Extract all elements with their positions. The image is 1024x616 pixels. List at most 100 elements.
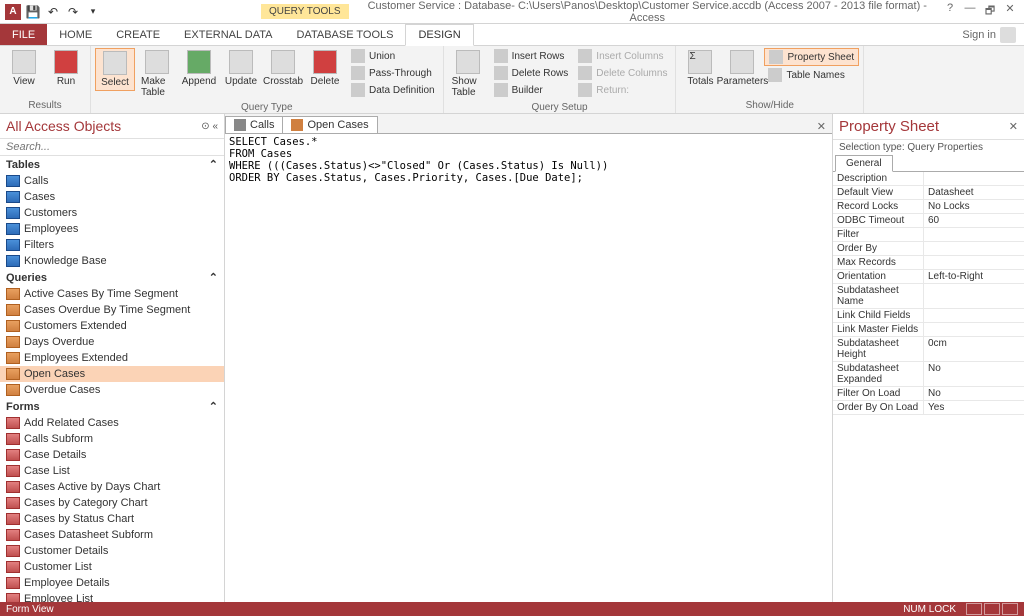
property-value[interactable] xyxy=(923,284,1024,308)
datasheet-view-button[interactable] xyxy=(966,603,982,615)
sql-view-button[interactable] xyxy=(984,603,1000,615)
property-value[interactable]: No xyxy=(923,387,1024,400)
select-button[interactable]: Select xyxy=(95,48,135,91)
property-row[interactable]: Subdatasheet ExpandedNo xyxy=(833,362,1024,387)
tab-create[interactable]: CREATE xyxy=(104,24,172,45)
property-value[interactable] xyxy=(923,228,1024,241)
property-row[interactable]: Record LocksNo Locks xyxy=(833,200,1024,214)
data-definition-button[interactable]: Data Definition xyxy=(347,82,439,98)
sign-in-link[interactable]: Sign in xyxy=(954,24,1024,45)
run-button[interactable]: Run xyxy=(46,48,86,89)
minimize-icon[interactable]: — xyxy=(964,2,976,21)
property-row[interactable]: Subdatasheet Height0cm xyxy=(833,337,1024,362)
nav-item[interactable]: Case List xyxy=(0,463,224,479)
property-value[interactable] xyxy=(923,309,1024,322)
passthrough-button[interactable]: Pass-Through xyxy=(347,65,439,81)
property-sheet-button[interactable]: Property Sheet xyxy=(764,48,859,66)
property-row[interactable]: Link Master Fields xyxy=(833,323,1024,337)
append-button[interactable]: Append xyxy=(179,48,219,89)
property-row[interactable]: Filter xyxy=(833,228,1024,242)
nav-item[interactable]: Cases Datasheet Subform xyxy=(0,527,224,543)
property-value[interactable]: 0cm xyxy=(923,337,1024,361)
sql-editor[interactable]: SELECT Cases.* FROM Cases WHERE (((Cases… xyxy=(225,134,832,602)
save-icon[interactable]: 💾 xyxy=(24,3,42,21)
nav-item[interactable]: Customers Extended xyxy=(0,318,224,334)
insert-rows-button[interactable]: Insert Rows xyxy=(490,48,573,64)
nav-item[interactable]: Cases by Status Chart xyxy=(0,511,224,527)
nav-group-tables[interactable]: Tables⌃ xyxy=(0,156,224,173)
tab-database-tools[interactable]: DATABASE TOOLS xyxy=(284,24,405,45)
property-row[interactable]: Link Child Fields xyxy=(833,309,1024,323)
nav-item[interactable]: Cases by Category Chart xyxy=(0,495,224,511)
property-row[interactable]: Description xyxy=(833,172,1024,186)
make-table-button[interactable]: Make Table xyxy=(137,48,177,100)
nav-item[interactable]: Cases Active by Days Chart xyxy=(0,479,224,495)
doc-tab-open-cases[interactable]: Open Cases xyxy=(282,116,377,133)
close-property-sheet-icon[interactable]: ✕ xyxy=(1009,120,1018,133)
table-names-button[interactable]: Table Names xyxy=(764,67,859,83)
property-value[interactable]: No Locks xyxy=(923,200,1024,213)
undo-icon[interactable]: ↶ xyxy=(44,3,62,21)
totals-button[interactable]: ΣTotals xyxy=(680,48,720,89)
property-row[interactable]: Default ViewDatasheet xyxy=(833,186,1024,200)
property-row[interactable]: Order By On LoadYes xyxy=(833,401,1024,415)
nav-item[interactable]: Customer List xyxy=(0,559,224,575)
tab-design[interactable]: DESIGN xyxy=(405,24,473,46)
nav-item[interactable]: Overdue Cases xyxy=(0,382,224,398)
design-view-button[interactable] xyxy=(1002,603,1018,615)
property-value[interactable] xyxy=(923,172,1024,185)
property-value[interactable] xyxy=(923,323,1024,336)
crosstab-button[interactable]: Crosstab xyxy=(263,48,303,89)
nav-item[interactable]: Days Overdue xyxy=(0,334,224,350)
property-value[interactable]: 60 xyxy=(923,214,1024,227)
property-row[interactable]: Filter On LoadNo xyxy=(833,387,1024,401)
property-tab-general[interactable]: General xyxy=(835,155,893,172)
union-button[interactable]: Union xyxy=(347,48,439,64)
property-value[interactable]: No xyxy=(923,362,1024,386)
nav-item[interactable]: Case Details xyxy=(0,447,224,463)
nav-item[interactable]: Active Cases By Time Segment xyxy=(0,286,224,302)
nav-item[interactable]: Calls Subform xyxy=(0,431,224,447)
nav-item[interactable]: Employee Details xyxy=(0,575,224,591)
search-input[interactable] xyxy=(6,141,218,153)
tab-file[interactable]: FILE xyxy=(0,24,47,45)
restore-icon[interactable]: 🗗 xyxy=(984,2,996,21)
property-value[interactable] xyxy=(923,256,1024,269)
nav-item[interactable]: Knowledge Base xyxy=(0,253,224,269)
nav-item[interactable]: Calls xyxy=(0,173,224,189)
property-value[interactable]: Yes xyxy=(923,401,1024,414)
nav-group-queries[interactable]: Queries⌃ xyxy=(0,269,224,286)
nav-pane-header[interactable]: All Access Objects ⊙ « xyxy=(0,114,224,139)
parameters-button[interactable]: Parameters xyxy=(722,48,762,89)
nav-list[interactable]: Tables⌃ CallsCasesCustomersEmployeesFilt… xyxy=(0,156,224,602)
help-icon[interactable]: ? xyxy=(944,2,956,21)
update-button[interactable]: Update xyxy=(221,48,261,89)
redo-icon[interactable]: ↷ xyxy=(64,3,82,21)
doc-tab-calls[interactable]: Calls xyxy=(225,116,283,133)
delete-button[interactable]: Delete xyxy=(305,48,345,89)
show-table-button[interactable]: Show Table xyxy=(448,48,488,100)
delete-rows-button[interactable]: Delete Rows xyxy=(490,65,573,81)
nav-dropdown-icon[interactable]: ⊙ « xyxy=(201,121,218,132)
property-row[interactable]: ODBC Timeout60 xyxy=(833,214,1024,228)
nav-item[interactable]: Cases xyxy=(0,189,224,205)
property-value[interactable]: Datasheet xyxy=(923,186,1024,199)
nav-item[interactable]: Open Cases xyxy=(0,366,224,382)
property-row[interactable]: Max Records xyxy=(833,256,1024,270)
property-value[interactable] xyxy=(923,242,1024,255)
property-row[interactable]: Subdatasheet Name xyxy=(833,284,1024,309)
nav-group-forms[interactable]: Forms⌃ xyxy=(0,398,224,415)
builder-button[interactable]: Builder xyxy=(490,82,573,98)
close-tab-icon[interactable]: ✕ xyxy=(811,120,832,133)
property-value[interactable]: Left-to-Right xyxy=(923,270,1024,283)
nav-item[interactable]: Employees xyxy=(0,221,224,237)
qat-customize-icon[interactable]: ▾ xyxy=(84,3,102,21)
nav-item[interactable]: Customer Details xyxy=(0,543,224,559)
tab-external-data[interactable]: EXTERNAL DATA xyxy=(172,24,284,45)
tab-home[interactable]: HOME xyxy=(47,24,104,45)
nav-item[interactable]: Employee List xyxy=(0,591,224,602)
property-row[interactable]: OrientationLeft-to-Right xyxy=(833,270,1024,284)
nav-item[interactable]: Cases Overdue By Time Segment xyxy=(0,302,224,318)
property-row[interactable]: Order By xyxy=(833,242,1024,256)
view-button[interactable]: View xyxy=(4,48,44,89)
